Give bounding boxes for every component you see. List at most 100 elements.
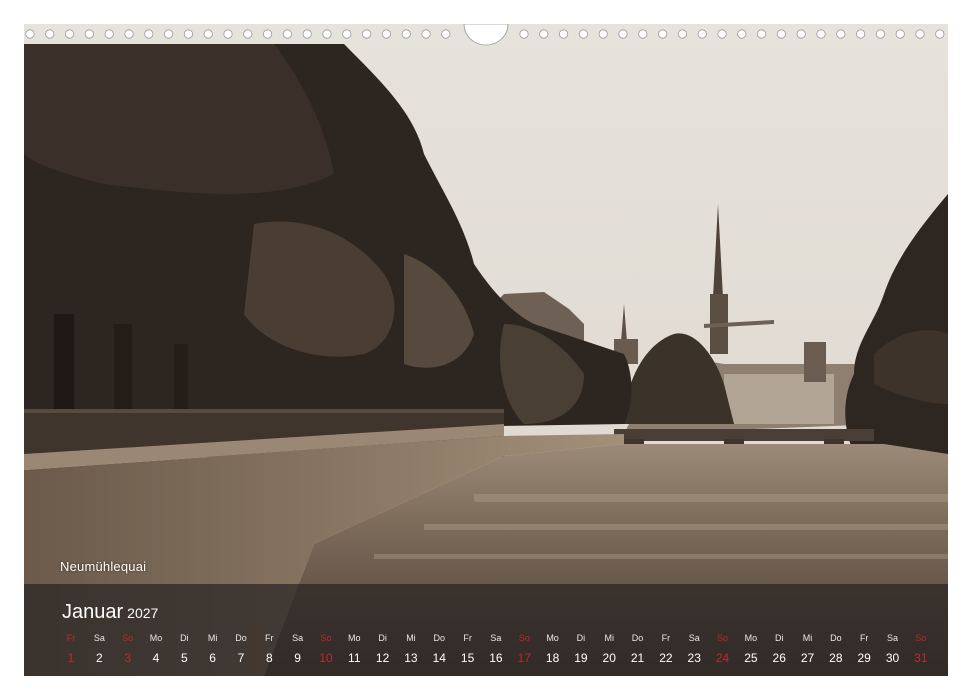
day-cell: Di 12: [370, 631, 396, 671]
binding-hole: [104, 29, 114, 39]
day-number: 5: [180, 651, 188, 665]
day-cell: Do 28: [823, 631, 849, 671]
weekday-label: So: [915, 633, 927, 643]
binding-hole: [657, 29, 668, 39]
day-number: 30: [885, 651, 900, 665]
day-number: 6: [209, 651, 216, 665]
weekday-label: Fr: [265, 633, 274, 643]
weekday-label: Fr: [66, 633, 76, 643]
day-cell: Mo 4: [143, 631, 169, 671]
day-number: 12: [375, 651, 390, 665]
binding-hole: [816, 29, 826, 39]
day-cell: So 24: [710, 631, 736, 671]
binding-hole: [737, 29, 747, 39]
hanger-notch: [463, 24, 509, 46]
day-number: 14: [432, 651, 446, 665]
weekday-label: Mo: [348, 633, 361, 643]
day-cell: Sa 30: [880, 631, 906, 671]
day-number: 26: [772, 651, 786, 665]
day-number: 16: [489, 651, 503, 665]
binding-hole: [381, 29, 391, 39]
binding-hole: [361, 29, 372, 39]
day-cell: So 17: [511, 631, 537, 671]
sepia-river-photo: [24, 24, 948, 676]
binding-hole: [263, 29, 273, 39]
day-number: 11: [348, 651, 361, 665]
binding-hole: [441, 29, 451, 39]
day-number: 19: [574, 651, 588, 665]
weekday-label: Fr: [859, 633, 869, 643]
weekday-label: Do: [631, 633, 644, 643]
binding-hole: [935, 29, 945, 39]
weekday-label: Mo: [546, 633, 559, 643]
binding-hole: [618, 29, 628, 39]
binding-hole: [64, 29, 75, 39]
day-number: 23: [687, 651, 701, 665]
binding-hole: [124, 29, 134, 39]
weekday-label: Di: [180, 633, 189, 643]
day-number: 29: [857, 651, 871, 665]
day-number: 1: [67, 651, 75, 665]
binding-holes: [25, 24, 945, 46]
day-cell: Sa 23: [681, 631, 707, 671]
day-number: 28: [829, 651, 843, 665]
day-number: 18: [545, 651, 560, 665]
day-number: 15: [460, 651, 475, 665]
day-number: 13: [404, 651, 418, 665]
day-cell: Fr 29: [851, 631, 877, 671]
weekday-label: So: [717, 633, 729, 643]
day-cell: Do 21: [625, 631, 651, 671]
weekday-label: Fr: [463, 633, 472, 643]
binding-hole: [836, 29, 846, 39]
weekday-label: Di: [774, 633, 784, 643]
weekday-label: Sa: [93, 633, 105, 643]
calendar-page: Neumühlequai Januar 2027 Fr 1 Sa 2 So 3 Mo 4 Di 5 M…: [0, 0, 971, 700]
day-cell: Mi 6: [200, 631, 226, 671]
day-cell: Mo 25: [738, 631, 764, 671]
year-label: 2027: [127, 605, 159, 621]
day-cell: So 10: [313, 631, 339, 671]
day-cell: Mi 27: [795, 631, 821, 671]
day-cell: So 3: [115, 631, 141, 671]
binding-hole: [756, 29, 767, 39]
weekday-label: Di: [576, 633, 586, 643]
day-cell: Mo 18: [540, 631, 566, 671]
binding-hole: [677, 29, 688, 39]
day-number: 10: [319, 651, 333, 665]
weekday-label: Fr: [661, 633, 671, 643]
binding-hole: [84, 29, 95, 39]
binding-hole: [558, 29, 569, 39]
weekday-label: Mi: [802, 633, 813, 643]
weekday-label: Sa: [490, 633, 502, 643]
day-cell: Do 14: [426, 631, 452, 671]
day-cell: Di 19: [568, 631, 594, 671]
weekday-label: Mi: [207, 633, 218, 643]
day-number: 4: [152, 651, 160, 665]
weekday-label: Do: [235, 633, 247, 643]
day-cell: Fr 1: [58, 631, 84, 671]
spiral-binding: [24, 24, 948, 46]
day-number: 22: [659, 651, 673, 665]
weekday-label: Sa: [887, 633, 899, 643]
binding-hole: [895, 29, 905, 39]
weekday-label: So: [518, 633, 530, 643]
day-number: 17: [517, 651, 531, 665]
binding-hole: [282, 29, 292, 39]
binding-hole: [164, 29, 174, 39]
binding-hole: [855, 29, 866, 39]
binding-hole: [875, 29, 886, 39]
binding-hole: [796, 29, 806, 39]
binding-hole: [421, 29, 431, 39]
binding-hole: [598, 29, 608, 39]
day-number: 2: [95, 651, 103, 665]
day-cell: Sa 2: [86, 631, 112, 671]
binding-hole: [203, 29, 213, 39]
weekday-label: Di: [378, 633, 387, 643]
day-number: 7: [237, 651, 245, 665]
binding-hole: [322, 29, 332, 39]
binding-hole: [401, 29, 411, 39]
binding-hole: [717, 29, 727, 39]
binding-hole: [243, 29, 253, 39]
weekday-label: So: [122, 633, 134, 643]
day-cell: Fr 15: [455, 631, 481, 671]
